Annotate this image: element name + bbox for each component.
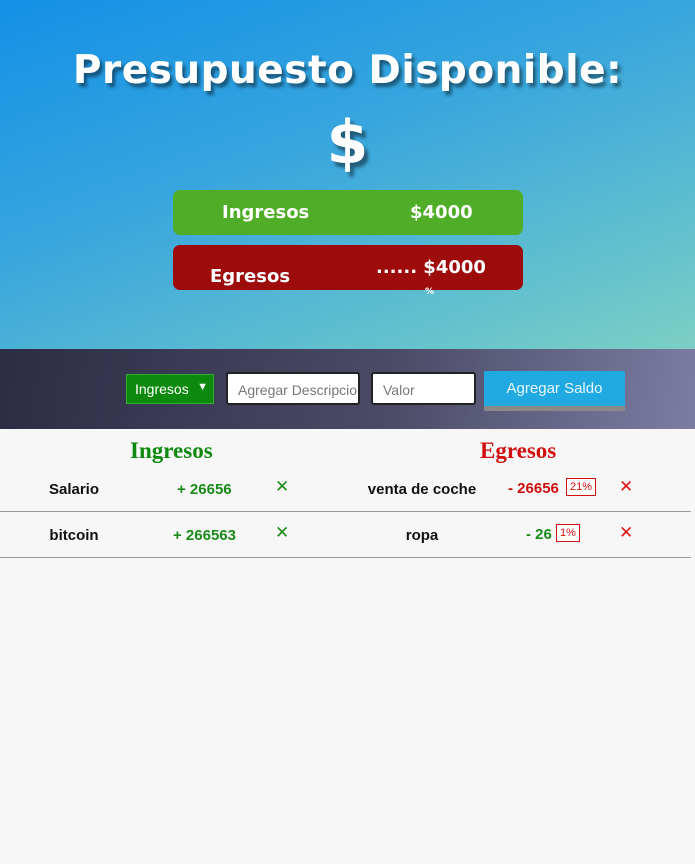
- value-input[interactable]: Valor: [371, 372, 476, 405]
- ingresos-summary-value: $4000: [410, 202, 473, 223]
- type-select[interactable]: Ingresos ▼: [126, 374, 214, 404]
- egresos-list-title: Egresos: [480, 438, 557, 463]
- ingresos-list-title: Ingresos: [130, 438, 213, 463]
- egreso-value: - 26656: [508, 480, 559, 497]
- type-select-value: Ingresos: [135, 381, 189, 397]
- delete-ingreso-icon[interactable]: ✕: [275, 523, 289, 543]
- description-input[interactable]: Agregar Descripcion: [226, 372, 360, 405]
- egresos-summary-label: Egresos: [210, 266, 291, 287]
- egreso-percent-badge: 1%: [556, 524, 580, 542]
- row-divider: [0, 557, 691, 558]
- delete-egreso-icon[interactable]: ✕: [619, 477, 633, 497]
- budget-header: Presupuesto Disponible: $ Ingresos $4000…: [0, 0, 695, 349]
- egresos-summary: Egresos ...... $4000: [173, 245, 523, 290]
- egreso-percent-badge: 21%: [566, 478, 597, 496]
- add-balance-button[interactable]: Agregar Saldo: [484, 371, 625, 411]
- egresos-summary-value: ...... $4000: [376, 257, 486, 278]
- egresos-summary-percent: %: [425, 287, 435, 297]
- ingreso-value: + 266563: [173, 527, 236, 544]
- ingresos-summary-label: Ingresos: [222, 202, 310, 223]
- ingreso-description: Salario: [48, 481, 100, 498]
- row-divider: [0, 511, 691, 512]
- available-budget-amount: $: [326, 108, 369, 178]
- ingreso-value: + 26656: [177, 481, 232, 498]
- ingresos-summary: Ingresos $4000: [173, 190, 523, 235]
- page-title: Presupuesto Disponible:: [72, 48, 623, 93]
- delete-egreso-icon[interactable]: ✕: [619, 523, 633, 543]
- egreso-description: ropa: [405, 527, 439, 544]
- egreso-description: venta de coche: [367, 481, 477, 498]
- delete-ingreso-icon[interactable]: ✕: [275, 477, 289, 497]
- ingreso-description: bitcoin: [49, 527, 99, 544]
- chevron-down-icon: ▼: [197, 381, 208, 393]
- egreso-value: - 26: [526, 526, 552, 543]
- add-entry-form: Ingresos ▼ Agregar Descripcion Valor Agr…: [0, 349, 695, 429]
